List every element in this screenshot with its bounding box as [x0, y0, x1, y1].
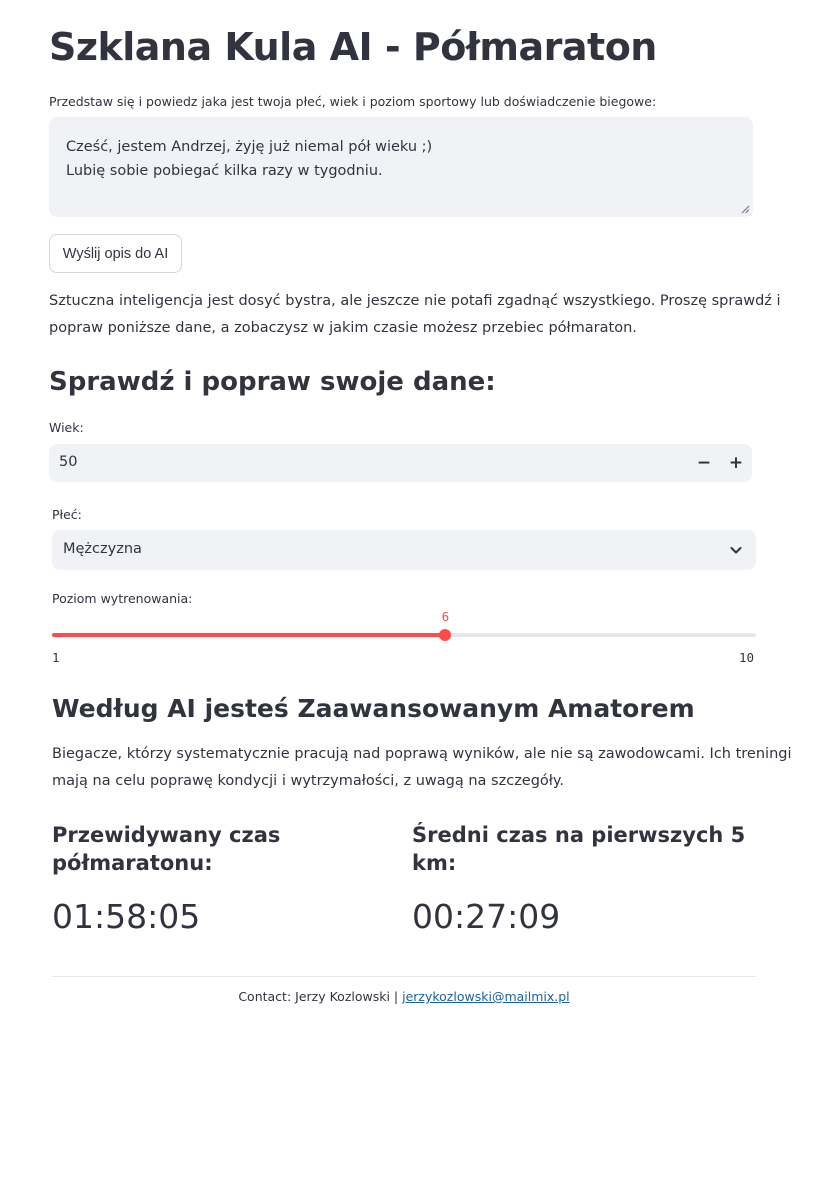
- metric-half-marathon-label: Przewidywany czas półmaratonu:: [52, 821, 280, 877]
- metric-first-5km: Średni czas na pierwszych 5 km: 00:27:09: [412, 821, 745, 937]
- result-desc-line-2: mają na celu poprawę kondycji i wytrzyma…: [52, 773, 565, 789]
- gender-select[interactable]: Mężczyzna: [52, 530, 756, 570]
- age-decrement-button[interactable]: −: [688, 444, 720, 482]
- metric-half-marathon-label-line-2: półmaratonu:: [52, 851, 213, 875]
- metric-first-5km-label-line-2: km:: [412, 851, 457, 875]
- chevron-down-icon: [730, 547, 742, 554]
- training-label: Poziom wytrenowania:: [52, 591, 193, 606]
- metric-half-marathon: Przewidywany czas półmaratonu: 01:58:05: [52, 821, 280, 937]
- footer: Contact: Jerzy Kozlowski | jerzykozlowsk…: [0, 989, 808, 1004]
- send-to-ai-button[interactable]: Wyślij opis do AI: [49, 234, 182, 273]
- info-line-2: popraw poniższe dane, a zobaczysz w jaki…: [49, 320, 637, 336]
- resize-handle-icon[interactable]: [741, 205, 750, 214]
- textarea-line-1: Cześć, jestem Andrzej, żyję już niemal p…: [66, 139, 433, 155]
- description-label: Przedstaw się i powiedz jaka jest twoja …: [49, 94, 657, 109]
- gender-selected-value: Mężczyzna: [63, 541, 142, 557]
- metric-first-5km-label: Średni czas na pierwszych 5 km:: [412, 821, 745, 877]
- textarea-line-2: Lubię sobie pobiegać kilka razy w tygodn…: [66, 163, 383, 179]
- footer-contact-text: Contact: Jerzy Kozlowski |: [238, 989, 403, 1004]
- footer-email-link[interactable]: jerzykozlowski@mailmix.pl: [402, 989, 570, 1004]
- page-title: Szklana Kula AI - Półmaraton: [49, 25, 657, 69]
- slider-min-label: 1: [52, 650, 60, 665]
- metric-first-5km-value: 00:27:09: [412, 897, 561, 936]
- age-value: 50: [59, 454, 78, 470]
- footer-divider: [52, 976, 756, 977]
- metric-first-5km-label-line-1: Średni czas na pierwszych 5: [412, 823, 746, 847]
- verify-heading: Sprawdź i popraw swoje dane:: [49, 367, 496, 397]
- slider-max-label: 10: [739, 650, 755, 665]
- metric-half-marathon-label-line-1: Przewidywany czas: [52, 823, 281, 847]
- result-desc-line-1: Biegacze, którzy systematycznie pracują …: [52, 746, 792, 762]
- metric-half-marathon-value: 01:58:05: [52, 897, 201, 936]
- info-paragraph: Sztuczna inteligencja jest dosyć bystra,…: [49, 288, 781, 342]
- slider-thumb[interactable]: [439, 629, 452, 641]
- info-line-1: Sztuczna inteligencja jest dosyć bystra,…: [49, 293, 781, 309]
- age-increment-button[interactable]: +: [720, 444, 752, 482]
- slider-current-value: 6: [441, 609, 450, 624]
- gender-label: Płeć:: [52, 507, 82, 522]
- result-heading: Według AI jesteś Zaawansowanym Amatorem: [52, 694, 695, 723]
- age-label: Wiek:: [49, 420, 84, 435]
- age-input[interactable]: 50 − +: [49, 444, 752, 482]
- description-textarea[interactable]: Cześć, jestem Andrzej, żyję już niemal p…: [49, 117, 753, 217]
- slider-fill: [52, 633, 446, 637]
- result-description: Biegacze, którzy systematycznie pracują …: [52, 741, 792, 795]
